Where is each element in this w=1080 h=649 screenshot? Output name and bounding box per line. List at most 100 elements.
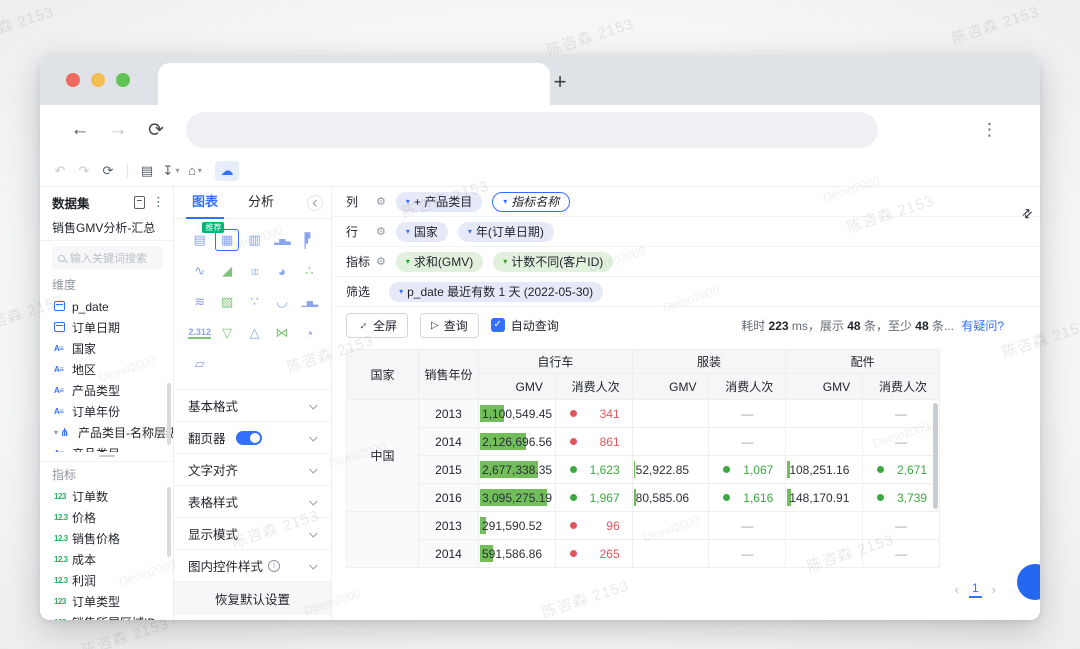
back-icon[interactable]: ←: [66, 119, 94, 141]
num12-field-icon: 12.3: [54, 534, 72, 543]
minimize-window-button[interactable]: [91, 73, 105, 87]
field-item[interactable]: p_date: [40, 296, 173, 317]
shelf-pill[interactable]: ▾计数不同(客户ID): [493, 252, 613, 272]
field-item[interactable]: A≡产品类目: [40, 443, 173, 452]
dataset-name[interactable]: 销售GMV分析-汇总: [40, 215, 173, 241]
browser-tab[interactable]: [158, 63, 550, 105]
browser-menu-icon[interactable]: ⋮: [981, 118, 998, 142]
style-section-表格样式[interactable]: 表格样式: [174, 485, 331, 517]
style-section-基本格式[interactable]: 基本格式: [174, 389, 331, 421]
zoom-window-button[interactable]: [116, 73, 130, 87]
redo-icon[interactable]: ↷: [74, 161, 94, 181]
field-item[interactable]: 12.3成本: [40, 549, 173, 570]
undo-icon[interactable]: ↶: [50, 161, 70, 181]
close-window-button[interactable]: [66, 73, 80, 87]
preview-icon[interactable]: ▤: [137, 161, 157, 181]
chart-type-line[interactable]: ∿: [188, 260, 211, 282]
gear-icon[interactable]: ⚙: [376, 225, 386, 238]
sub-header: 消费人次: [709, 374, 786, 400]
dataset-more-icon[interactable]: ⋮: [152, 194, 165, 210]
fullscreen-button[interactable]: ↔ 全屏: [346, 313, 408, 338]
string-field-icon: A≡: [54, 449, 72, 452]
field-item[interactable]: 12.3销售价格: [40, 528, 173, 549]
measure-scrollbar[interactable]: [167, 487, 171, 557]
address-bar[interactable]: [186, 112, 878, 148]
pill-caret-icon: ▾: [399, 287, 403, 296]
field-list-divider[interactable]: [40, 452, 173, 462]
field-item[interactable]: 123订单类型: [40, 591, 173, 612]
pager-toggle[interactable]: [236, 431, 262, 445]
cloud-publish-icon[interactable]: ☁: [215, 161, 239, 181]
field-item[interactable]: 123销售所属区域ID: [40, 612, 173, 620]
chart-type-pie[interactable]: ◕: [270, 260, 293, 282]
field-item[interactable]: 12.3利润: [40, 570, 173, 591]
chart-type-bubble[interactable]: ∵: [243, 291, 266, 313]
shelf-pill[interactable]: ▾指标名称: [492, 192, 570, 212]
chart-type-area[interactable]: ◢: [215, 260, 238, 282]
download-icon[interactable]: ↧▾: [161, 161, 181, 181]
query-button[interactable]: ▷ 查询: [420, 313, 479, 338]
table-scrollbar[interactable]: [933, 403, 938, 509]
chart-type-combo[interactable]: ▧: [215, 291, 238, 313]
shelf-pill[interactable]: ▾p_date 最近有数 1 天 (2022-05-30): [389, 282, 603, 302]
chart-type-funnel-3d[interactable]: ≋: [188, 291, 211, 313]
field-item[interactable]: A≡产品类型: [40, 380, 173, 401]
forward-icon[interactable]: →: [104, 119, 132, 141]
shelf-label: 行: [346, 223, 370, 240]
tab-图表[interactable]: 图表: [192, 187, 218, 219]
field-item[interactable]: ▾⋔产品类目-名称层级: [40, 422, 173, 443]
assistant-fab-button[interactable]: [1017, 564, 1040, 600]
field-item[interactable]: A≡地区: [40, 359, 173, 380]
shelf-pill[interactable]: ▾国家: [396, 222, 448, 242]
field-search-input[interactable]: 输入关键词搜索: [52, 246, 163, 270]
alert-icon[interactable]: ⌂▾: [185, 161, 205, 181]
reload-icon[interactable]: ⟳: [142, 119, 170, 142]
style-section-文字对齐[interactable]: 文字对齐: [174, 453, 331, 485]
chart-type-gauge[interactable]: ◔: [298, 322, 321, 344]
gear-icon[interactable]: ⚙: [376, 195, 386, 208]
chart-type-column[interactable]: ▯▯: [243, 260, 266, 282]
dimension-scrollbar[interactable]: [167, 383, 171, 445]
count-cell: 1,616: [709, 484, 786, 512]
chart-type-radar[interactable]: △: [243, 322, 266, 344]
chart-type-card[interactable]: ▱: [188, 353, 211, 375]
chart-type-sankey[interactable]: ⋈: [270, 322, 293, 344]
year-cell: 2013: [419, 512, 479, 540]
chart-type-pivot-table[interactable]: ▦推荐: [215, 229, 238, 251]
chart-type-cross-table[interactable]: ▥: [243, 229, 266, 251]
shelf-pill[interactable]: ▾年(订单日期): [458, 222, 554, 242]
field-item[interactable]: 123订单数: [40, 486, 173, 507]
auto-query-label: 自动查询: [511, 317, 559, 334]
refresh-icon[interactable]: ⟳: [98, 161, 118, 181]
help-link[interactable]: 有疑问?: [961, 319, 1004, 333]
new-tab-button[interactable]: +: [545, 67, 575, 97]
chart-type-scatter[interactable]: ∴: [298, 260, 321, 282]
chart-type-bar[interactable]: ▂▅▃: [270, 229, 293, 251]
count-cell: 1,623: [555, 456, 632, 484]
chart-type-histogram[interactable]: ▁▅▂: [298, 291, 321, 313]
chart-type-kpi-card[interactable]: 2.312: [188, 322, 211, 344]
chart-type-funnel[interactable]: ▽: [215, 322, 238, 344]
shelf-pill[interactable]: ▾求和(GMV): [396, 252, 483, 272]
field-item[interactable]: A≡国家: [40, 338, 173, 359]
shelf-pill[interactable]: ▾+ 产品类目: [396, 192, 482, 212]
style-section-显示模式[interactable]: 显示模式: [174, 517, 331, 549]
table-row: 中国20131,100,549.45341——: [347, 400, 940, 428]
switch-dataset-icon[interactable]: [134, 196, 145, 209]
tab-分析[interactable]: 分析: [248, 187, 274, 219]
chart-type-gauge-flat[interactable]: ◡: [270, 291, 293, 313]
reset-defaults-button[interactable]: 恢复默认设置: [174, 581, 331, 615]
collapse-panel-button[interactable]: [307, 195, 323, 211]
style-section-翻页器[interactable]: 翻页器: [174, 421, 331, 453]
next-page-icon[interactable]: ›: [992, 582, 996, 597]
gear-icon[interactable]: ⚙: [376, 255, 386, 268]
field-label: p_date: [72, 300, 109, 314]
field-item[interactable]: 12.3价格: [40, 507, 173, 528]
chart-type-bar-horizontal[interactable]: ▅▃▁: [298, 228, 320, 251]
auto-query-checkbox[interactable]: ✓: [491, 318, 505, 332]
current-page[interactable]: 1: [969, 581, 982, 598]
style-section-图内控件样式[interactable]: 图内控件样式i: [174, 549, 331, 581]
prev-page-icon[interactable]: ‹: [955, 582, 959, 597]
field-item[interactable]: 订单日期: [40, 317, 173, 338]
field-item[interactable]: A≡订单年份: [40, 401, 173, 422]
